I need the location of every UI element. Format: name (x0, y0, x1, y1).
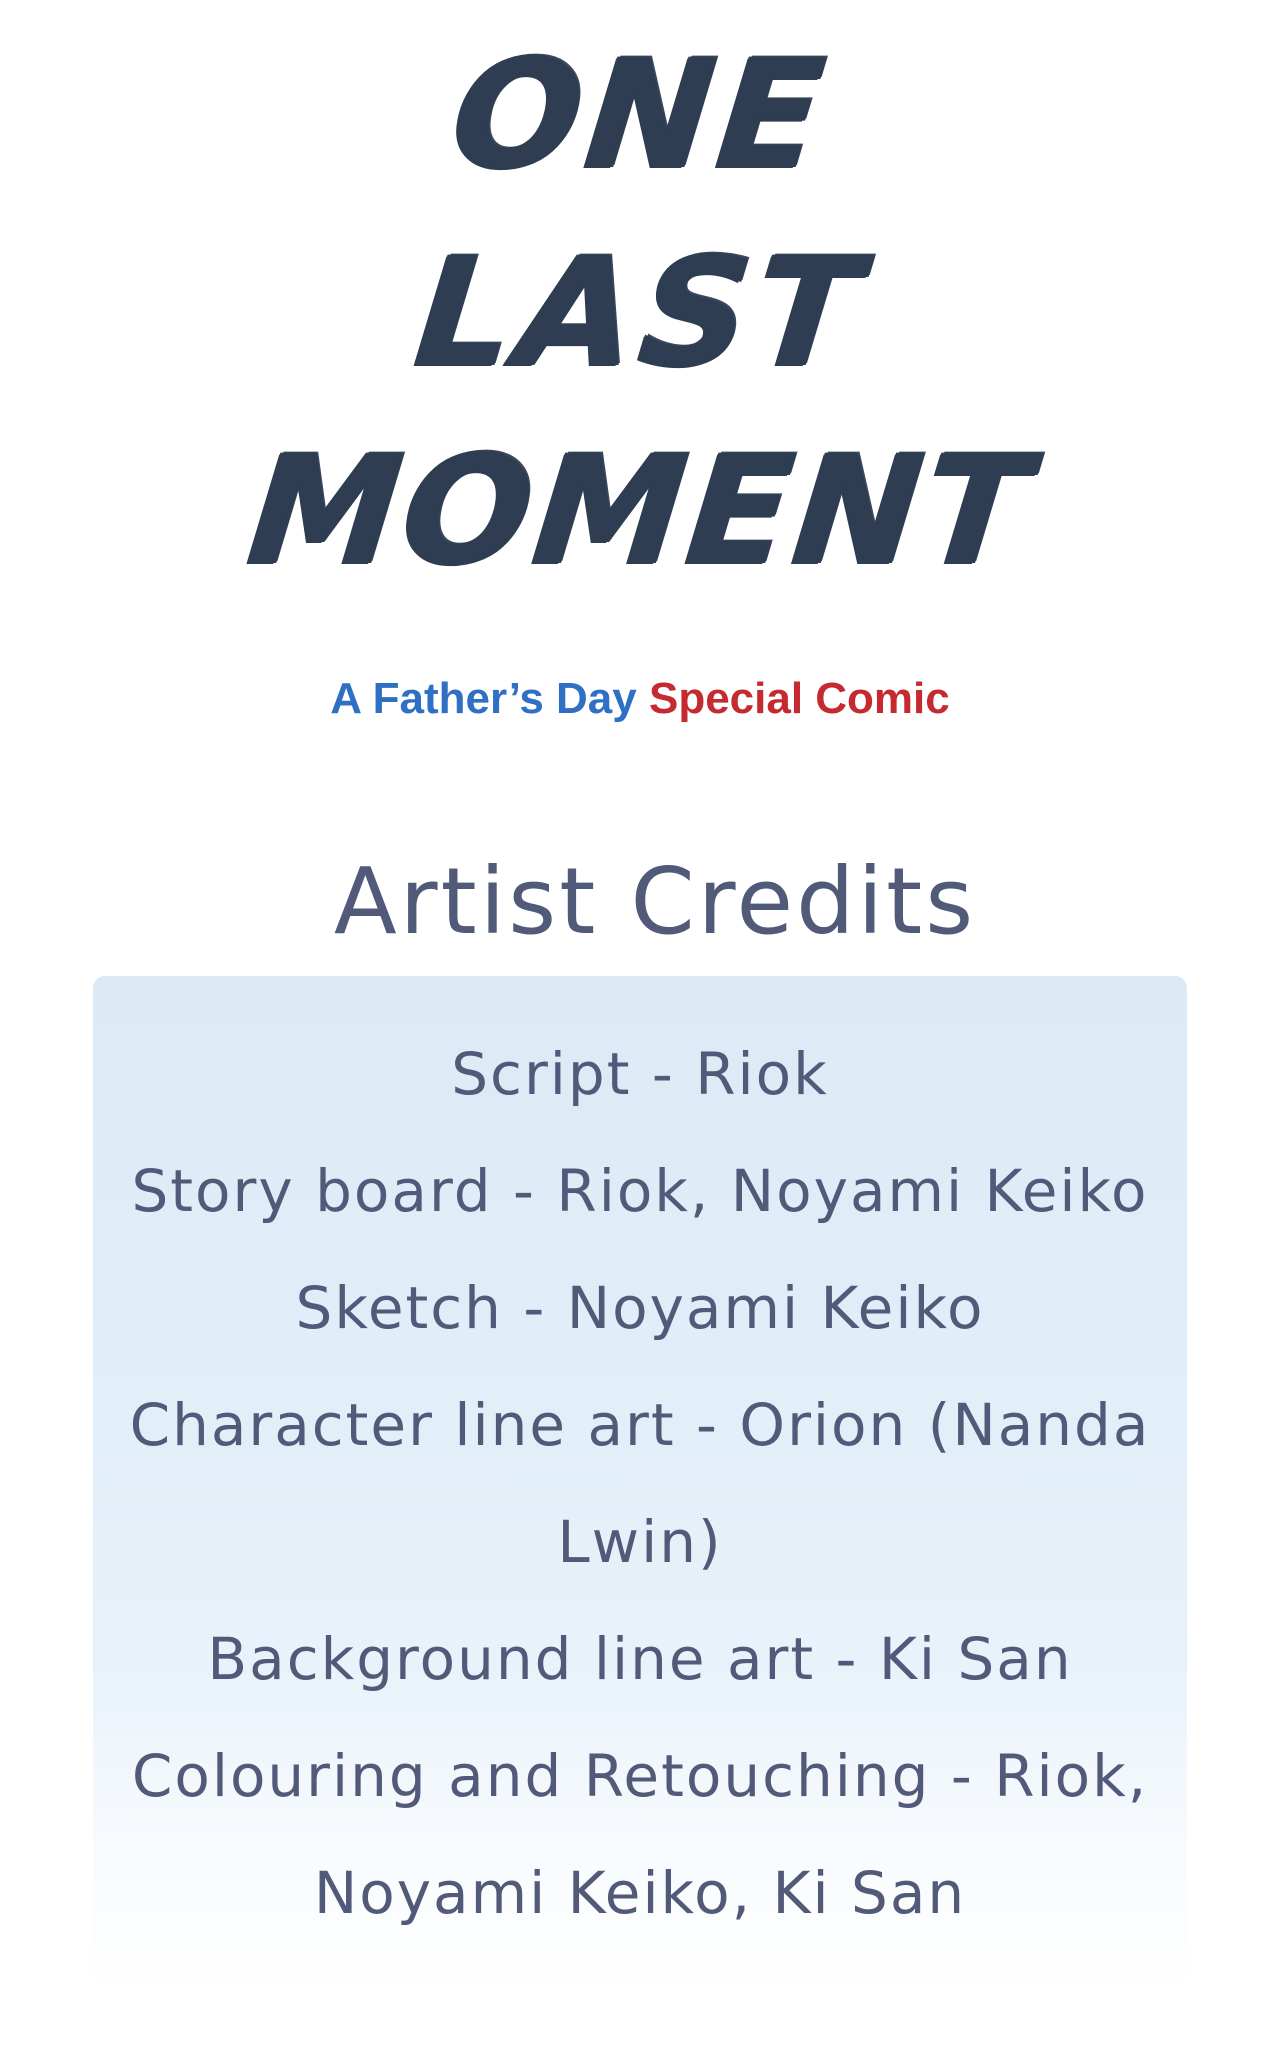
title-line-3: MOMENT (240, 424, 1040, 598)
credit-line-script: Script - Riok (451, 1040, 829, 1108)
comic-title: ONE LAST MOMENT (0, 28, 1280, 598)
credit-line-colouring: Colouring and Retouching - Riok, (131, 1742, 1149, 1810)
credits-list: Script - Riok Story board - Riok, Noyami… (93, 1016, 1187, 1952)
credits-heading: Artist Credits (333, 848, 977, 955)
credit-line-character-line-art-cont: Lwin) (557, 1508, 723, 1576)
credit-line-colouring-cont: Noyami Keiko, Ki San (313, 1859, 967, 1927)
credit-line-background-line-art: Background line art - Ki San (207, 1625, 1073, 1693)
title-line-2: LAST (407, 226, 873, 400)
comic-subtitle: A Father’s Day Special Comic (0, 674, 1280, 724)
credit-line-character-line-art: Character line art - Orion (Nanda (129, 1391, 1151, 1459)
credits-panel: Script - Riok Story board - Riok, Noyami… (93, 976, 1187, 1996)
subtitle-special-comic: Special Comic (648, 674, 950, 723)
credit-line-storyboard: Story board - Riok, Noyami Keiko (131, 1157, 1149, 1225)
subtitle-fathers-day: A Father’s Day (330, 674, 637, 723)
title-line-1: ONE (444, 28, 836, 202)
credit-line-sketch: Sketch - Noyami Keiko (295, 1274, 985, 1342)
comic-credits-page: ONE LAST MOMENT A Father’s Day Special C… (0, 0, 1280, 2048)
